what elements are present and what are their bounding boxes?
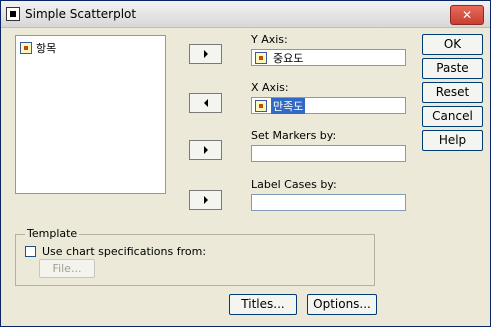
list-item-label: 항목 bbox=[36, 42, 57, 55]
arrow-right-icon bbox=[203, 196, 208, 204]
checkbox-box[interactable] bbox=[25, 246, 36, 257]
move-to-y-axis-button[interactable] bbox=[189, 44, 222, 64]
source-variable-list[interactable]: 항목 bbox=[15, 35, 166, 194]
move-to-label-cases-button[interactable] bbox=[189, 190, 222, 210]
app-icon bbox=[6, 7, 20, 21]
label-cases-field[interactable] bbox=[251, 194, 406, 211]
close-button[interactable]: ✕ bbox=[450, 5, 484, 25]
label-cases-label: Label Cases by: bbox=[251, 178, 337, 191]
title-bar[interactable]: Simple Scatterplot ✕ bbox=[1, 1, 490, 28]
file-button: File... bbox=[39, 259, 95, 278]
window-title: Simple Scatterplot bbox=[25, 7, 137, 21]
titles-button[interactable]: Titles... bbox=[229, 294, 297, 315]
cancel-button[interactable]: Cancel bbox=[422, 106, 483, 127]
x-axis-label: X Axis: bbox=[251, 81, 289, 94]
x-axis-field[interactable]: 만족도 bbox=[251, 97, 406, 114]
reset-button[interactable]: Reset bbox=[422, 82, 483, 103]
options-button[interactable]: Options... bbox=[307, 294, 377, 315]
arrow-right-icon bbox=[203, 146, 208, 154]
move-to-set-markers-button[interactable] bbox=[189, 140, 222, 160]
move-from-x-axis-button[interactable] bbox=[189, 93, 222, 113]
x-axis-value: 만족도 bbox=[271, 97, 306, 114]
paste-button[interactable]: Paste bbox=[422, 58, 483, 79]
ok-button[interactable]: OK bbox=[422, 34, 483, 55]
use-chart-spec-checkbox[interactable]: Use chart specifications from: bbox=[25, 245, 206, 258]
ordinal-variable-icon bbox=[255, 99, 267, 112]
arrow-right-icon bbox=[203, 50, 208, 58]
set-markers-label: Set Markers by: bbox=[251, 129, 337, 142]
ordinal-variable-icon bbox=[255, 51, 267, 64]
dialog-window: Simple Scatterplot ✕ 항목 Y Axis: 중요도 X Ax… bbox=[0, 0, 491, 327]
checkbox-label: Use chart specifications from: bbox=[42, 245, 207, 258]
ordinal-variable-icon bbox=[20, 42, 32, 54]
list-item[interactable]: 항목 bbox=[20, 40, 56, 56]
y-axis-label: Y Axis: bbox=[251, 33, 288, 46]
y-axis-value: 중요도 bbox=[273, 51, 304, 65]
template-group: Template Use chart specifications from: … bbox=[15, 227, 375, 286]
help-button[interactable]: Help bbox=[422, 130, 483, 151]
y-axis-field[interactable]: 중요도 bbox=[251, 49, 406, 66]
arrow-left-icon bbox=[203, 99, 208, 107]
set-markers-field[interactable] bbox=[251, 145, 406, 162]
template-legend: Template bbox=[25, 227, 80, 240]
